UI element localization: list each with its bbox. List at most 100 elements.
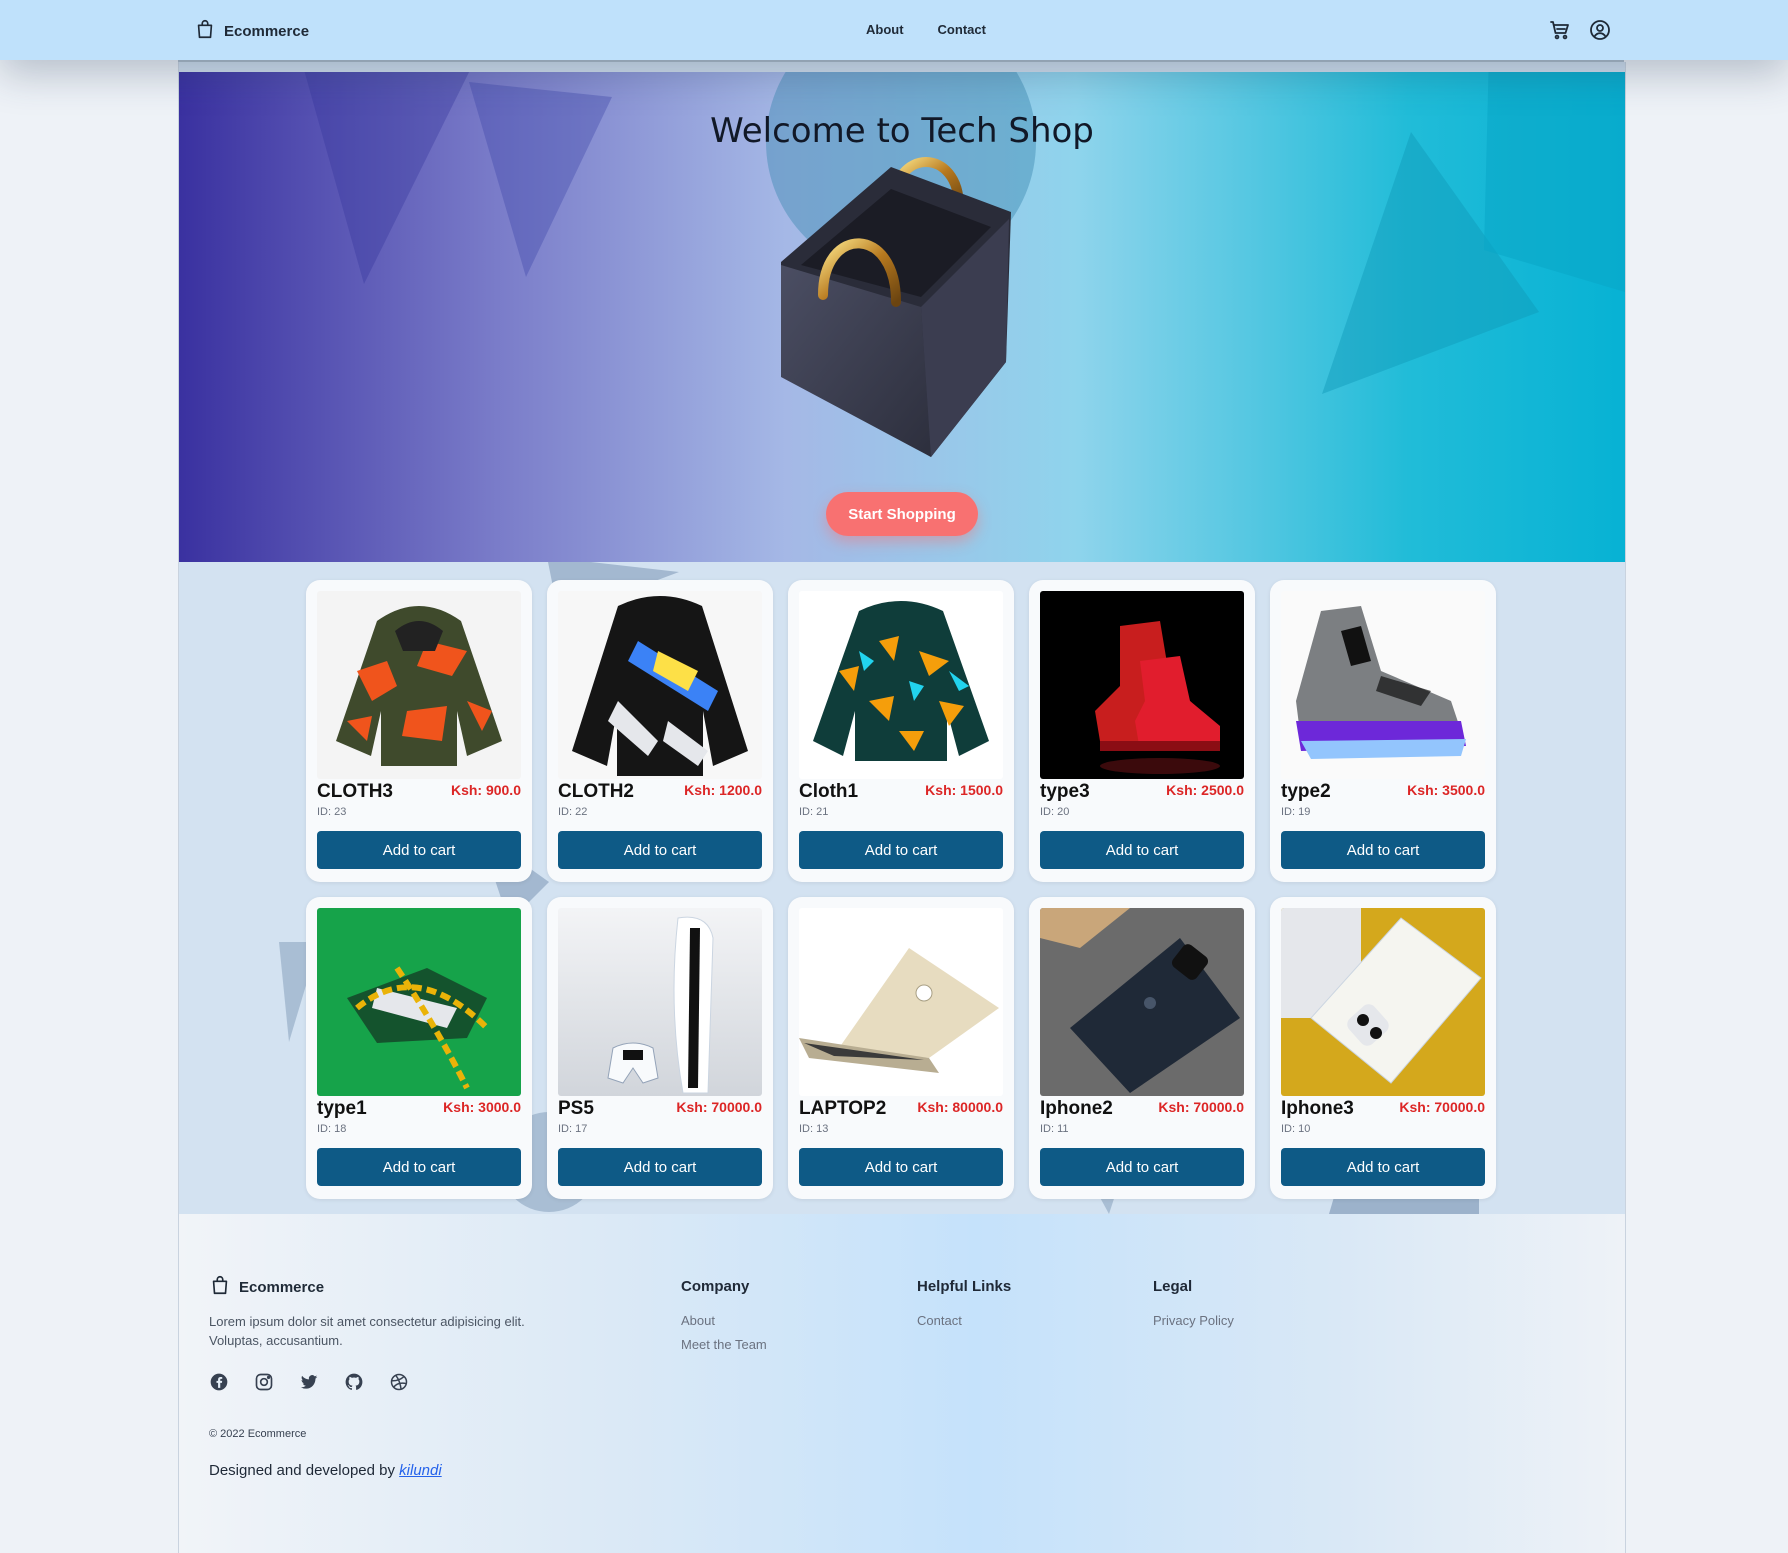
product-grid: CLOTH3 Ksh: 900.0 ID: 23 Add to cart CLO… xyxy=(306,580,1496,1199)
product-card: LAPTOP2 Ksh: 80000.0 ID: 13 Add to cart xyxy=(788,897,1014,1199)
product-name: Cloth1 xyxy=(799,781,859,802)
product-name: Iphone3 xyxy=(1281,1098,1354,1119)
add-to-cart-button[interactable]: Add to cart xyxy=(558,1148,762,1186)
nav-link-about[interactable]: About xyxy=(866,22,904,37)
footer-column-legal: Legal Privacy Policy xyxy=(1153,1278,1234,1337)
footer-column-heading: Legal xyxy=(1153,1278,1193,1295)
social-links xyxy=(209,1372,409,1392)
product-price: Ksh: 2500.0 xyxy=(1166,782,1244,798)
product-image-laptop[interactable] xyxy=(799,908,1003,1096)
add-to-cart-button[interactable]: Add to cart xyxy=(1281,831,1485,869)
product-card: type1 Ksh: 3000.0 ID: 18 Add to cart xyxy=(306,897,532,1199)
product-image-teal-jacket[interactable] xyxy=(799,591,1003,779)
product-name: type3 xyxy=(1040,781,1090,802)
product-id: ID: 22 xyxy=(558,806,588,818)
product-price: Ksh: 70000.0 xyxy=(1158,1099,1244,1115)
facebook-icon[interactable] xyxy=(209,1372,229,1392)
footer-description: Lorem ipsum dolor sit amet consectetur a… xyxy=(209,1314,525,1348)
add-to-cart-button[interactable]: Add to cart xyxy=(1040,831,1244,869)
footer: Ecommerce Lorem ipsum dolor sit amet con… xyxy=(179,1214,1625,1553)
product-image-camo-jacket[interactable] xyxy=(317,591,521,779)
add-to-cart-button[interactable]: Add to cart xyxy=(1281,1148,1485,1186)
product-name: LAPTOP2 xyxy=(799,1098,887,1119)
product-image-chained-sneaker[interactable] xyxy=(317,908,521,1096)
product-price: Ksh: 3000.0 xyxy=(443,1099,521,1115)
product-id: ID: 18 xyxy=(317,1123,347,1135)
add-to-cart-button[interactable]: Add to cart xyxy=(558,831,762,869)
product-id: ID: 13 xyxy=(799,1123,829,1135)
product-price: Ksh: 3500.0 xyxy=(1407,782,1485,798)
dribbble-icon[interactable] xyxy=(389,1372,409,1392)
add-to-cart-button[interactable]: Add to cart xyxy=(1040,1148,1244,1186)
footer-link-meet-the-team[interactable]: Meet the Team xyxy=(681,1337,767,1352)
nav-links: About Contact xyxy=(866,22,986,37)
hero-title: Welcome to Tech Shop xyxy=(710,110,1094,151)
product-id: ID: 19 xyxy=(1281,806,1311,818)
credit: Designed and developed by kilundi xyxy=(209,1462,442,1479)
product-image-red-sneakers[interactable] xyxy=(1040,591,1244,779)
product-card: type3 Ksh: 2500.0 ID: 20 Add to cart xyxy=(1029,580,1255,882)
product-price: Ksh: 1200.0 xyxy=(684,782,762,798)
footer-link-contact[interactable]: Contact xyxy=(917,1313,1011,1328)
footer-column-heading: Helpful Links xyxy=(917,1278,1012,1295)
product-name: type2 xyxy=(1281,781,1331,802)
footer-brand[interactable]: Ecommerce xyxy=(209,1274,324,1301)
product-price: Ksh: 70000.0 xyxy=(1399,1099,1485,1115)
product-name: Iphone2 xyxy=(1040,1098,1113,1119)
add-to-cart-button[interactable]: Add to cart xyxy=(799,831,1003,869)
product-name: PS5 xyxy=(558,1098,594,1119)
product-id: ID: 20 xyxy=(1040,806,1070,818)
product-card: Iphone3 Ksh: 70000.0 ID: 10 Add to cart xyxy=(1270,897,1496,1199)
product-card: type2 Ksh: 3500.0 ID: 19 Add to cart xyxy=(1270,580,1496,882)
product-card: Cloth1 Ksh: 1500.0 ID: 21 Add to cart xyxy=(788,580,1014,882)
footer-link-privacy-policy[interactable]: Privacy Policy xyxy=(1153,1313,1234,1328)
footer-link-about[interactable]: About xyxy=(681,1313,767,1328)
github-icon[interactable] xyxy=(344,1372,364,1392)
product-price: Ksh: 1500.0 xyxy=(925,782,1003,798)
product-image-black-jacket[interactable] xyxy=(558,591,762,779)
credit-link[interactable]: kilundi xyxy=(399,1462,442,1479)
product-price: Ksh: 900.0 xyxy=(450,782,521,798)
footer-brand-name: Ecommerce xyxy=(239,1279,325,1296)
product-name: type1 xyxy=(317,1098,367,1119)
products-section: CLOTH3 Ksh: 900.0 ID: 23 Add to cart CLO… xyxy=(179,562,1625,1214)
cart-icon[interactable] xyxy=(1548,18,1572,42)
product-id: ID: 21 xyxy=(799,806,829,818)
user-circle-icon[interactable] xyxy=(1588,18,1612,42)
brand-name: Ecommerce xyxy=(224,23,310,40)
shopping-bag-icon xyxy=(209,1274,231,1301)
product-name: CLOTH2 xyxy=(558,781,634,802)
product-price: Ksh: 70000.0 xyxy=(676,1099,762,1115)
product-price: Ksh: 80000.0 xyxy=(917,1099,1003,1115)
start-shopping-button[interactable]: Start Shopping xyxy=(826,492,978,536)
product-image-white-iphone[interactable] xyxy=(1281,908,1485,1096)
product-image-grey-sneaker[interactable] xyxy=(1281,591,1485,779)
instagram-icon[interactable] xyxy=(254,1372,274,1392)
footer-column-helpful-links: Helpful Links Contact xyxy=(917,1278,1011,1337)
navbar: Ecommerce About Contact xyxy=(0,0,1788,60)
add-to-cart-button[interactable]: Add to cart xyxy=(317,831,521,869)
nav-icons xyxy=(1548,18,1612,42)
nav-link-contact[interactable]: Contact xyxy=(938,22,986,37)
hero-banner: Welcome to Tech Shop Start Shopping xyxy=(179,72,1625,562)
product-card: CLOTH2 Ksh: 1200.0 ID: 22 Add to cart xyxy=(547,580,773,882)
shopping-bag-icon xyxy=(194,18,216,45)
credit-prefix: Designed and developed by xyxy=(209,1462,400,1479)
twitter-icon[interactable] xyxy=(299,1372,319,1392)
add-to-cart-button[interactable]: Add to cart xyxy=(317,1148,521,1186)
navbar-brand[interactable]: Ecommerce xyxy=(194,18,309,45)
product-image-ps5[interactable] xyxy=(558,908,762,1096)
product-id: ID: 10 xyxy=(1281,1123,1311,1135)
footer-column-heading: Company xyxy=(681,1278,750,1295)
product-card: CLOTH3 Ksh: 900.0 ID: 23 Add to cart xyxy=(306,580,532,882)
shopping-bag-illustration xyxy=(781,157,1011,457)
main-container: Welcome to Tech Shop Start Shopping CLOT… xyxy=(178,62,1626,1553)
add-to-cart-button[interactable]: Add to cart xyxy=(799,1148,1003,1186)
product-image-black-iphone[interactable] xyxy=(1040,908,1244,1096)
product-name: CLOTH3 xyxy=(317,781,393,802)
product-id: ID: 11 xyxy=(1040,1123,1069,1135)
copyright: © 2022 Ecommerce xyxy=(209,1428,307,1440)
product-card: PS5 Ksh: 70000.0 ID: 17 Add to cart xyxy=(547,897,773,1199)
footer-column-company: Company About Meet the Team xyxy=(681,1278,767,1361)
product-id: ID: 23 xyxy=(317,806,347,818)
